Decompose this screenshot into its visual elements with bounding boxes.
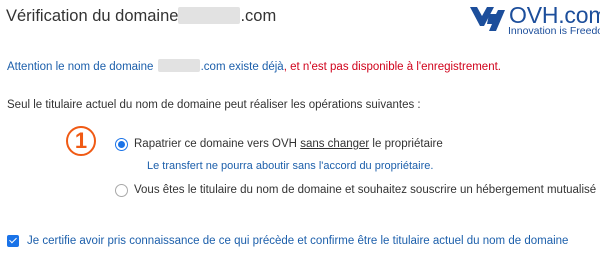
ovh-logo-icon	[470, 7, 505, 31]
certify-label[interactable]: Je certifie avoir pris connaissance de c…	[27, 233, 568, 249]
radio-transfer-keep-owner[interactable]	[115, 138, 128, 151]
page-title: Vérification du domaine .com	[6, 4, 276, 28]
option-transfer-label-underlined: sans changer	[300, 138, 370, 150]
option-hosting-label[interactable]: Vous êtes le titulaire du nom de domaine…	[134, 182, 596, 198]
domain-exists-notice: Attention le nom de domaine .com existe …	[7, 59, 501, 75]
page-title-prefix: Vérification du domaine	[6, 7, 179, 25]
redacted-domain	[178, 6, 241, 24]
ovh-logo[interactable]: OVH.com Innovation is Freedom	[468, 2, 600, 42]
option-transfer-label-before: Rapatrier ce domaine vers OVH	[134, 138, 301, 150]
option-transfer-label-after: le propriétaire	[369, 138, 443, 150]
redacted-domain	[157, 59, 200, 73]
logo-tagline: Innovation is Freedom	[508, 25, 600, 37]
page-title-suffix: .com	[240, 7, 277, 25]
step-number-badge: 1	[66, 126, 96, 156]
radio-hosting-option[interactable]	[115, 184, 128, 197]
intro-text: Seul le titulaire actuel du nom de domai…	[7, 99, 421, 111]
option-transfer-label[interactable]: Rapatrier ce domaine vers OVH sans chang…	[134, 136, 443, 152]
option-transfer-note: Le transfert ne pourra aboutir sans l'ac…	[147, 160, 434, 172]
notice-text-exists: .com existe déjà	[200, 61, 284, 73]
certify-checkbox[interactable]	[7, 235, 19, 247]
notice-text-start: Attention le nom de domaine	[7, 61, 157, 73]
notice-text-unavailable: , et n'est pas disponible à l'enregistre…	[283, 61, 501, 73]
